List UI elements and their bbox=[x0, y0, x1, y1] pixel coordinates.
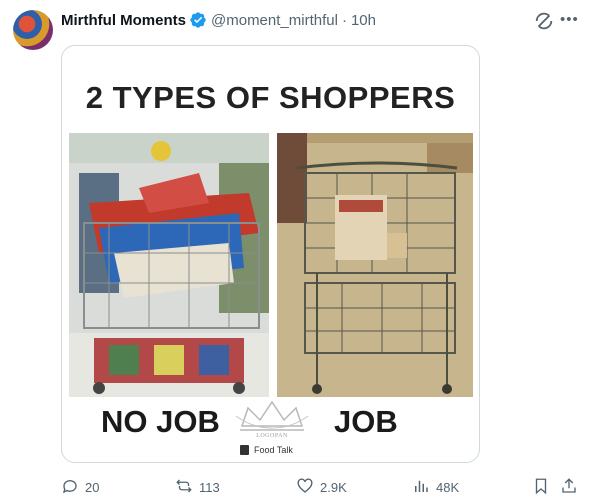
verified-badge-icon bbox=[189, 11, 207, 29]
reply-icon bbox=[61, 477, 79, 498]
tweet-header: Mirthful Moments @moment_mirthful · 10h bbox=[61, 10, 376, 30]
grok-icon[interactable] bbox=[533, 10, 555, 32]
tweet-image[interactable]: 2 TYPES OF SHOPPERS NO JOB JOB LOGOPAN F… bbox=[61, 45, 480, 463]
author-handle[interactable]: @moment_mirthful bbox=[211, 12, 338, 29]
bookmark-button[interactable] bbox=[532, 477, 550, 498]
repost-count: 113 bbox=[199, 480, 220, 495]
views-count: 48K bbox=[436, 480, 460, 495]
like-count: 2.9K bbox=[320, 480, 347, 495]
more-icon[interactable]: ••• bbox=[560, 10, 580, 30]
bookmark-icon bbox=[532, 477, 550, 498]
timestamp[interactable]: 10h bbox=[351, 12, 376, 29]
like-button[interactable]: 2.9K bbox=[296, 477, 347, 498]
views-button[interactable]: 48K bbox=[412, 477, 459, 498]
avatar[interactable] bbox=[13, 10, 53, 50]
repost-button[interactable]: 113 bbox=[175, 477, 220, 498]
job-caption: JOB bbox=[334, 404, 398, 439]
meme-title: 2 TYPES OF SHOPPERS bbox=[85, 80, 456, 115]
no-job-caption: NO JOB bbox=[101, 404, 220, 439]
share-button[interactable] bbox=[560, 477, 578, 498]
overloaded-cart-photo bbox=[69, 133, 269, 397]
share-icon bbox=[560, 477, 578, 498]
crown-watermark-icon: LOGOPAN bbox=[234, 398, 310, 439]
heart-icon bbox=[296, 477, 314, 498]
food-talk-label: Food Talk bbox=[254, 445, 293, 455]
repost-icon bbox=[175, 477, 193, 498]
food-talk-watermark: Food Talk bbox=[240, 443, 293, 457]
food-talk-icon bbox=[240, 445, 249, 455]
reply-button[interactable]: 20 bbox=[61, 477, 99, 498]
views-icon bbox=[412, 477, 430, 498]
reply-count: 20 bbox=[85, 480, 100, 495]
tweet-actions: 20 113 2.9K 48K bbox=[61, 477, 580, 497]
tweet[interactable]: Mirthful Moments @moment_mirthful · 10h … bbox=[0, 0, 590, 503]
svg-text:LOGOPAN: LOGOPAN bbox=[256, 433, 288, 438]
empty-cart-photo bbox=[277, 133, 473, 397]
author-name[interactable]: Mirthful Moments bbox=[61, 12, 186, 29]
separator-dot: · bbox=[341, 11, 347, 29]
